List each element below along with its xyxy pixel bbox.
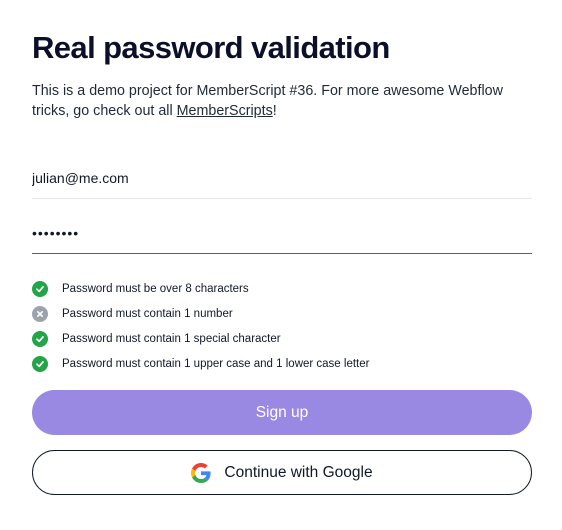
page-title: Real password validation <box>32 30 390 65</box>
requirement-item: Password must contain 1 upper case and 1… <box>32 351 369 376</box>
password-field[interactable] <box>32 213 532 254</box>
x-circle-icon <box>32 305 48 322</box>
google-button-label: Continue with Google <box>224 463 373 481</box>
requirement-item: Password must be over 8 characters <box>32 276 369 301</box>
page-description: This is a demo project for MemberScript … <box>32 81 537 121</box>
description-trailing: ! <box>272 103 277 119</box>
requirement-item: Password must contain 1 special characte… <box>32 326 369 351</box>
google-icon <box>191 462 211 483</box>
requirement-item: Password must contain 1 number <box>32 301 369 326</box>
continue-with-google-button[interactable]: Continue with Google <box>32 450 532 495</box>
signup-button[interactable]: Sign up <box>32 390 532 435</box>
check-circle-icon <box>32 280 48 297</box>
requirement-label: Password must contain 1 upper case and 1… <box>62 357 370 370</box>
password-requirements: Password must be over 8 characters Passw… <box>32 276 369 376</box>
signup-page: Real password validation This is a demo … <box>0 0 562 530</box>
requirement-label: Password must contain 1 special characte… <box>62 332 281 345</box>
requirement-label: Password must be over 8 characters <box>62 282 249 295</box>
email-field[interactable] <box>32 158 532 199</box>
check-circle-icon <box>32 355 48 372</box>
requirement-label: Password must contain 1 number <box>62 307 233 320</box>
memberscripts-link[interactable]: MemberScripts <box>177 103 273 119</box>
check-circle-icon <box>32 330 48 347</box>
